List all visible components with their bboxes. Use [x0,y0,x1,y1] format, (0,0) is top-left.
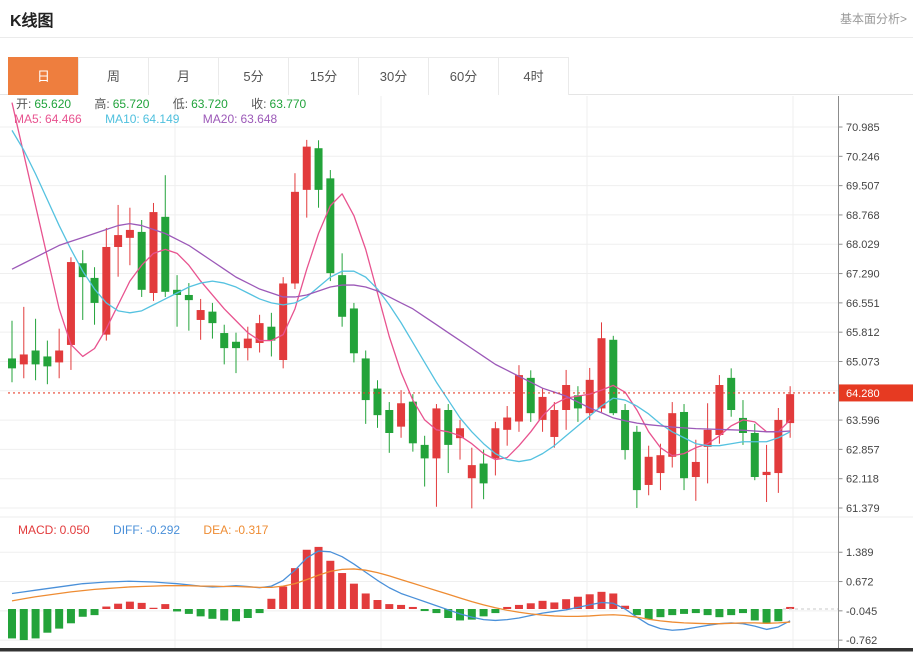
diff-line [12,551,790,630]
macd-value: 0.050 [60,523,90,537]
candles [8,140,794,508]
ma10-value: 64.149 [143,112,180,126]
dea-label: DEA: [203,523,231,537]
low-value: 63.720 [191,97,228,111]
axis-tick-label: 68.029 [846,239,880,251]
high-value: 65.720 [113,97,150,111]
diff-label: DIFF: [113,523,143,537]
svg-text:64.280: 64.280 [846,388,880,400]
axis-tick-label: 66.551 [846,298,880,310]
dea-line [12,569,790,624]
open-label: 开: [16,97,31,111]
axis-tick-label: 63.596 [846,415,880,427]
diff-value: -0.292 [146,523,180,537]
current-price-badge: 64.280 [839,384,913,401]
ohlc-legend: 开:65.620 高: 65.720 低:63.720 收: 63.770 [16,95,309,112]
high-label: 高: [94,97,109,111]
ma5-value: 64.466 [45,112,82,126]
ma-legend: MA5:64.466 MA10:64.149 MA20:63.648 [14,112,280,126]
low-label: 低: [173,97,188,111]
open-value: 65.620 [34,97,71,111]
axis-tick-label: 62.857 [846,444,880,456]
y-axis: 70.985 70.246 69.507 68.768 68.029 67.290 66.5… [838,96,880,648]
bottom-border [0,648,913,652]
axis-tick-label: 67.290 [846,269,880,281]
axis-tick-label: 61.379 [846,503,880,515]
dea-value: -0.317 [234,523,268,537]
gridlines [0,96,913,648]
axis-tick-label: 0.672 [846,577,874,589]
axis-tick-label: 65.073 [846,356,880,368]
axis-tick-label: -0.762 [846,635,877,647]
axis-tick-label: 69.507 [846,181,880,193]
axis-tick-label: 62.118 [846,474,879,486]
axis-tick-label: 70.985 [846,122,880,134]
close-label: 收: [251,97,266,111]
axis-tick-label: -0.045 [846,606,877,618]
axis-tick-label: 1.389 [846,547,874,559]
close-value: 63.770 [270,97,307,111]
ma10-label: MA10: [105,112,140,126]
ma20-label: MA20: [203,112,238,126]
ma20-value: 63.648 [240,112,277,126]
macd-label: MACD: [18,523,57,537]
macd-legend: MACD:0.050 DIFF:-0.292 DEA:-0.317 [18,523,271,537]
ma5-label: MA5: [14,112,42,126]
axis-tick-label: 70.246 [846,151,880,163]
axis-tick-label: 65.812 [846,327,880,339]
axis-tick-label: 68.768 [846,210,880,222]
